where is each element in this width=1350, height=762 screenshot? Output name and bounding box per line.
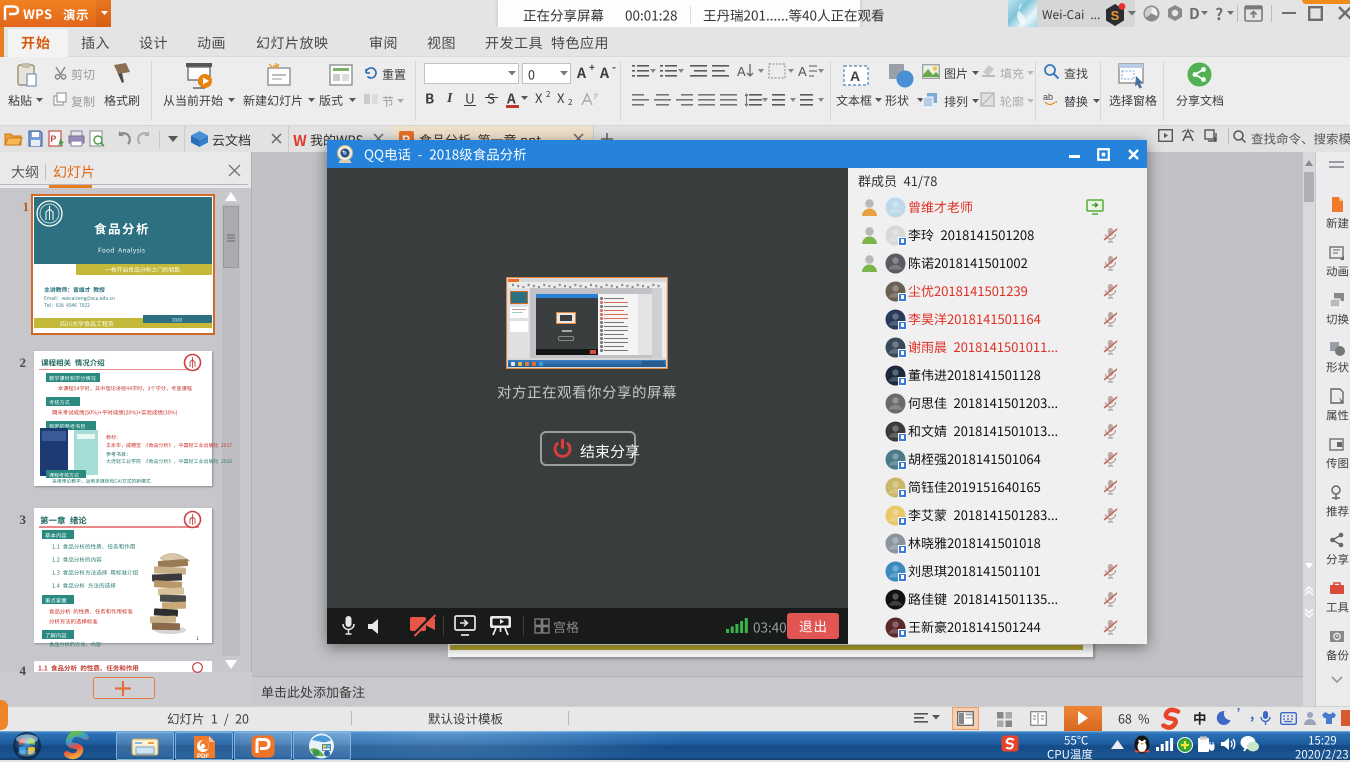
svg-text:PDF: PDF — [197, 754, 209, 760]
svg-text:S: S — [1111, 8, 1120, 23]
svg-text:A: A — [737, 64, 746, 79]
svg-text:A: A — [850, 68, 860, 84]
svg-text:ab: ab — [1043, 92, 1053, 102]
svg-text:A: A — [798, 64, 807, 79]
svg-text:P: P — [50, 134, 56, 144]
